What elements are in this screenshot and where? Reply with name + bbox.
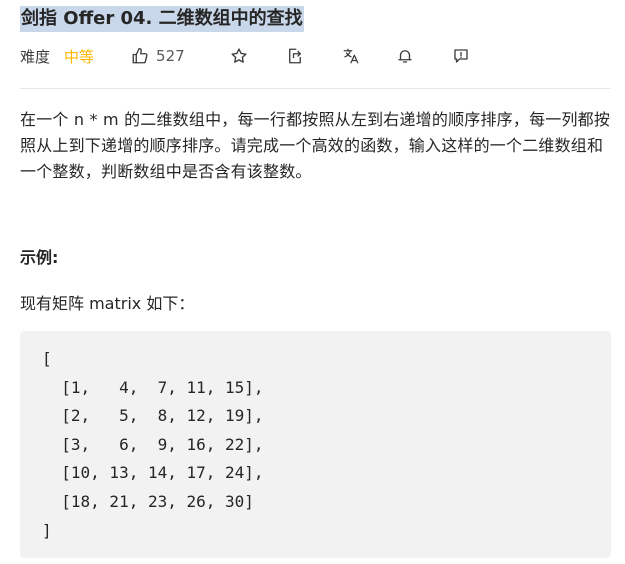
- feedback-icon: [453, 49, 468, 63]
- thumbs-up-icon: [130, 46, 150, 66]
- like-button[interactable]: 527: [130, 46, 185, 66]
- problem-meta-toolbar: 难度 中等 527: [20, 43, 471, 69]
- bell-icon: [397, 50, 412, 63]
- problem-title: 剑指 Offer 04. 二维数组中的查找: [20, 6, 304, 32]
- notification-button[interactable]: [395, 46, 415, 66]
- star-icon: [231, 48, 247, 63]
- like-count: 527: [156, 47, 185, 65]
- share-icon: [288, 48, 301, 64]
- code-line: [2, 5, 8, 12, 19],: [42, 406, 264, 426]
- code-line: [3, 6, 9, 16, 22],: [42, 434, 264, 454]
- translate-button[interactable]: [341, 46, 361, 66]
- example-intro: 现有矩阵 matrix 如下：: [20, 294, 195, 313]
- favorite-button[interactable]: [229, 46, 249, 66]
- problem-title-row: 剑指 Offer 04. 二维数组中的查找: [20, 6, 304, 32]
- header-divider: [20, 88, 611, 89]
- code-line: ]: [42, 520, 52, 540]
- problem-description: 在一个 n * m 的二维数组中，每一行都按照从左到右递增的顺序排序，每一列都按…: [20, 110, 611, 181]
- code-block: [ [1, 4, 7, 11, 15], [2, 5, 8, 12, 19], …: [20, 331, 611, 558]
- code-line: [: [42, 349, 52, 368]
- share-button[interactable]: [285, 46, 305, 66]
- code-line: [10, 13, 14, 17, 24],: [42, 463, 264, 483]
- code-line: [1, 4, 7, 11, 15],: [42, 377, 264, 397]
- translate-icon: [343, 48, 359, 64]
- example-heading: 示例:: [20, 248, 59, 267]
- difficulty-label: 难度: [20, 47, 51, 66]
- code-line: [18, 21, 23, 26, 30]: [42, 491, 254, 511]
- difficulty-badge: 中等: [64, 47, 95, 66]
- feedback-button[interactable]: [451, 46, 471, 66]
